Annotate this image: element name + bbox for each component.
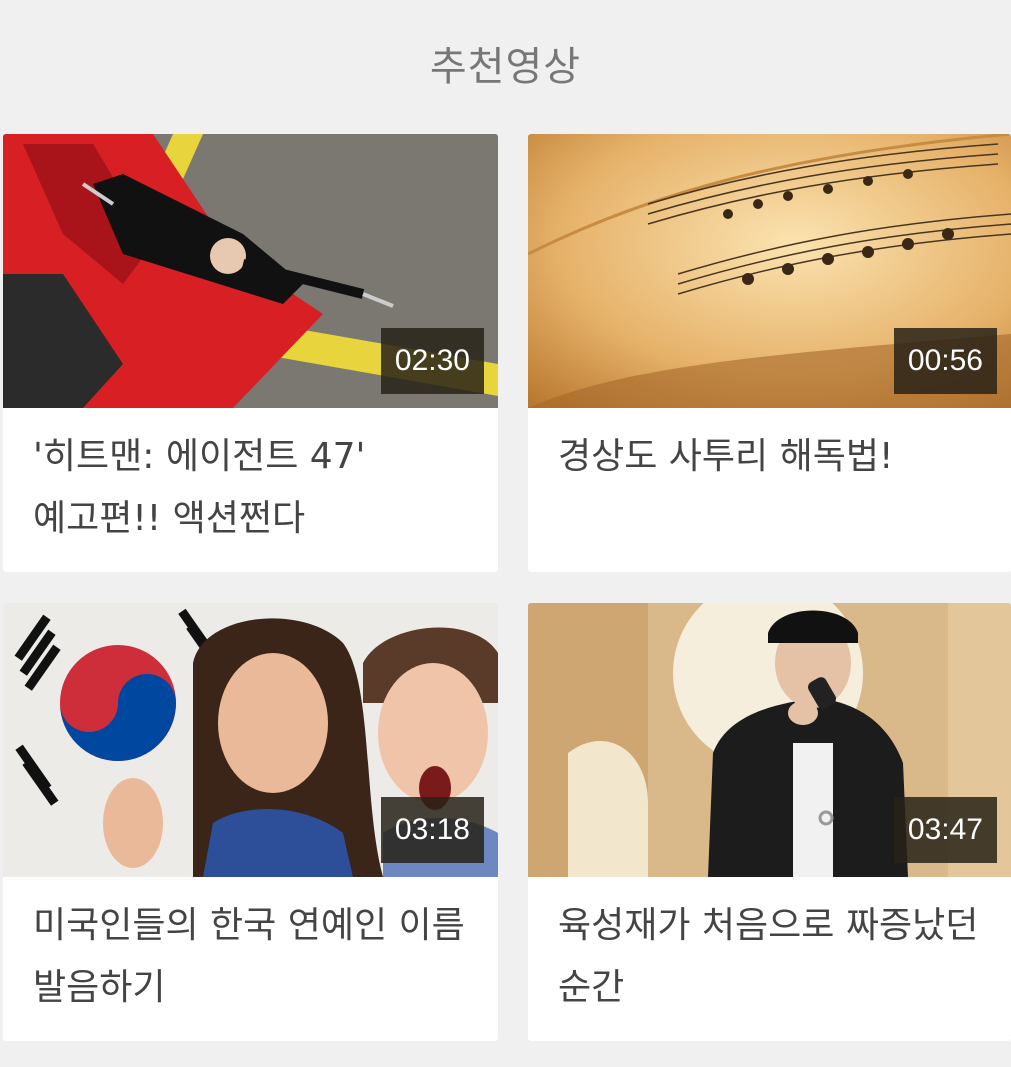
video-title[interactable]: '히트맨: 에이전트 47' 예고편!! 액션쩐다 xyxy=(3,408,498,550)
video-title[interactable]: 육성재가 처음으로 짜증났던 순간 xyxy=(528,877,1011,1019)
video-duration-badge: 03:18 xyxy=(380,797,484,863)
video-title[interactable]: 경상도 사투리 해독법! xyxy=(528,408,1011,488)
recommended-videos-page: 추천영상 02:30 '히트맨: 에이전트 47' 예고편!! 액션쩐다 00:… xyxy=(0,0,1011,1067)
video-card[interactable]: 02:30 '히트맨: 에이전트 47' 예고편!! 액션쩐다 xyxy=(3,134,498,572)
video-card[interactable]: 00:56 경상도 사투리 해독법! xyxy=(528,134,1011,572)
video-thumbnail[interactable]: 00:56 xyxy=(528,134,1011,408)
video-card[interactable]: 03:18 미국인들의 한국 연예인 이름 발음하기 xyxy=(3,603,498,1041)
video-thumbnail[interactable]: 03:47 xyxy=(528,603,1011,877)
video-thumbnail[interactable]: 02:30 xyxy=(3,134,498,408)
video-duration-badge: 00:56 xyxy=(893,328,997,394)
video-title[interactable]: 미국인들의 한국 연예인 이름 발음하기 xyxy=(3,877,498,1019)
video-duration-badge: 03:47 xyxy=(893,797,997,863)
video-thumbnail[interactable]: 03:18 xyxy=(3,603,498,877)
section-title: 추천영상 xyxy=(429,44,582,90)
video-duration-badge: 02:30 xyxy=(380,328,484,394)
video-card[interactable]: 03:47 육성재가 처음으로 짜증났던 순간 xyxy=(528,603,1011,1041)
